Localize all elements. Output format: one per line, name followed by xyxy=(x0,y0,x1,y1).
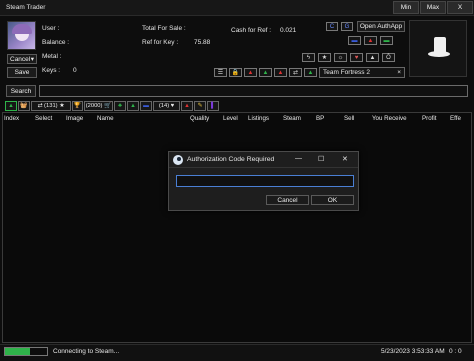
items-table[interactable] xyxy=(2,112,472,343)
tab-club[interactable]: ♣ xyxy=(114,101,126,111)
col-name[interactable]: Name xyxy=(97,115,114,122)
red-icon[interactable]: ▲ xyxy=(364,36,377,45)
close-button[interactable]: X xyxy=(447,1,473,14)
g-icon[interactable]: G xyxy=(341,22,353,31)
col-effect[interactable]: Effe xyxy=(450,115,461,122)
profile-select[interactable]: Cancel ▾ xyxy=(7,54,37,64)
red-triangle-icon-2[interactable]: ▲ xyxy=(274,68,287,77)
tab-2000[interactable]: (2000) 🛒 xyxy=(84,101,113,111)
col-listings[interactable]: Listings xyxy=(248,115,269,122)
dialog-ok-button[interactable]: OK xyxy=(311,195,354,205)
search-button[interactable]: Search xyxy=(6,85,36,97)
cash-for-ref-label: Cash for Ref : xyxy=(231,27,272,34)
tab-basket[interactable]: 🧺 xyxy=(18,101,30,111)
minimize-button[interactable]: Min xyxy=(393,1,419,14)
dialog-title: Authorization Code Required xyxy=(187,156,275,163)
progress-fill xyxy=(5,348,31,355)
item-preview xyxy=(409,20,467,77)
figure-icon[interactable]: Ô xyxy=(382,53,395,62)
chevron-down-icon: ▾ xyxy=(30,56,34,63)
list-icon[interactable]: ☰ xyxy=(214,68,227,77)
user-label: User : xyxy=(42,25,60,32)
keys-value: 0 xyxy=(73,67,77,74)
lock-icon[interactable]: 🔒 xyxy=(229,68,242,77)
maximize-button[interactable]: Max xyxy=(420,1,446,14)
game-select[interactable]: Team Fortress 2 × xyxy=(319,67,405,78)
col-select[interactable]: Select xyxy=(35,115,52,122)
lightning-icon[interactable]: ϟ xyxy=(302,53,315,62)
red-triangle-icon[interactable]: ▲ xyxy=(244,68,257,77)
ref-for-key-label: Ref for Key : xyxy=(142,39,179,46)
dialog-maximize-button[interactable]: ☐ xyxy=(318,155,324,163)
save-button[interactable]: Save xyxy=(7,67,37,78)
avatar xyxy=(7,21,36,50)
tab-pencil[interactable]: ✎ xyxy=(194,101,206,111)
blue-icon[interactable]: ▬ xyxy=(348,36,361,45)
game-select-value: Team Fortress 2 xyxy=(323,69,370,76)
tab-purple[interactable]: ▌ xyxy=(207,101,219,111)
open-authapp-button[interactable]: Open AuthApp xyxy=(357,21,405,32)
green-triangle-icon[interactable]: ▲ xyxy=(259,68,272,77)
tab-trophy[interactable]: 🏆 xyxy=(72,101,83,111)
metal-label: Metal : xyxy=(42,53,62,60)
green-icon[interactable]: ▬ xyxy=(380,36,393,45)
c-icon[interactable]: C xyxy=(326,22,338,31)
status-text: Connecting to Steam... xyxy=(53,348,120,355)
search-input[interactable] xyxy=(39,85,468,97)
col-steam[interactable]: Steam xyxy=(283,115,301,122)
tab-blue[interactable]: ▬ xyxy=(140,101,152,111)
auth-dialog: Authorization Code Required — ☐ ✕ Cancel… xyxy=(168,151,359,211)
ref-for-key-value: 75.88 xyxy=(194,39,211,46)
auth-code-input[interactable] xyxy=(176,175,354,187)
swap-icon[interactable]: ⇄ xyxy=(289,68,302,77)
cash-for-ref-value: 0.021 xyxy=(280,27,297,34)
col-bp[interactable]: BP xyxy=(316,115,324,122)
balance-label: Balance : xyxy=(42,39,70,46)
tab-green-2[interactable]: ▲ xyxy=(127,101,139,111)
col-sell[interactable]: Sell xyxy=(344,115,354,122)
dialog-close-button[interactable]: ✕ xyxy=(342,155,348,163)
tab-131[interactable]: ⇄ (131) ★ xyxy=(31,101,71,111)
col-index[interactable]: Index xyxy=(4,115,19,122)
sun-icon[interactable]: ☼ xyxy=(334,53,347,62)
dialog-cancel-button[interactable]: Cancel xyxy=(266,195,309,205)
steam-logo-icon xyxy=(173,155,183,165)
top-hat-icon xyxy=(428,35,450,61)
progress-bar xyxy=(4,347,48,356)
window-title: Steam Trader xyxy=(6,4,46,11)
col-profit[interactable]: Profit xyxy=(422,115,436,122)
crown-icon[interactable]: ▲ xyxy=(366,53,379,62)
green-triangle-icon-2[interactable]: ▲ xyxy=(304,68,317,77)
status-timestamp: 5/23/2023 3:53:33 AM xyxy=(381,348,445,355)
tab-14[interactable]: (14) ♥ xyxy=(153,101,180,111)
status-coords: 0 : 0 xyxy=(449,348,462,355)
dialog-title-bar: Authorization Code Required — ☐ ✕ xyxy=(169,152,358,168)
tab-red[interactable]: ▲ xyxy=(181,101,193,111)
star-icon[interactable]: ★ xyxy=(318,53,331,62)
keys-label: Keys : xyxy=(42,67,61,74)
col-level[interactable]: Level xyxy=(223,115,238,122)
title-bar: Steam Trader Min Max X xyxy=(0,0,474,16)
col-image[interactable]: Image xyxy=(66,115,83,122)
clear-icon[interactable]: × xyxy=(397,69,401,76)
col-quality[interactable]: Quality xyxy=(190,115,209,122)
heart-icon[interactable]: ♥ xyxy=(350,53,363,62)
dialog-minimize-button[interactable]: — xyxy=(295,155,302,162)
total-for-sale-label: Total For Sale : xyxy=(142,25,186,32)
profile-select-value: Cancel xyxy=(10,55,31,63)
tab-green[interactable]: ▲ xyxy=(5,101,17,111)
col-you-receive[interactable]: You Receive xyxy=(372,115,407,122)
